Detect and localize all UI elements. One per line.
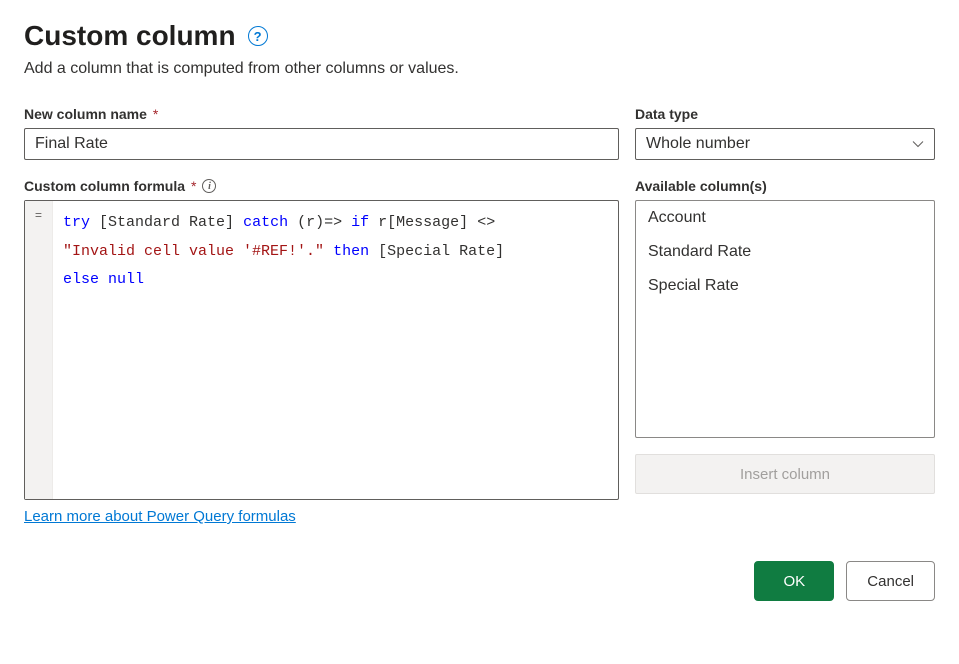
ok-button[interactable]: OK — [754, 561, 834, 601]
cancel-button[interactable]: Cancel — [846, 561, 935, 601]
column-name-label: New column name * — [24, 106, 619, 122]
available-columns-label: Available column(s) — [635, 178, 935, 194]
formula-code[interactable]: try [Standard Rate] catch (r)=> if r[Mes… — [53, 201, 618, 499]
insert-column-button[interactable]: Insert column — [635, 454, 935, 494]
dialog-title: Custom column — [24, 20, 236, 52]
required-indicator: * — [191, 178, 196, 194]
list-item[interactable]: Standard Rate — [636, 235, 934, 269]
data-type-label: Data type — [635, 106, 935, 122]
help-icon[interactable]: ? — [248, 26, 268, 46]
learn-more-link[interactable]: Learn more about Power Query formulas — [24, 508, 296, 525]
data-type-value: Whole number — [646, 135, 750, 153]
info-icon[interactable]: i — [202, 179, 216, 193]
formula-gutter: = — [25, 201, 53, 499]
required-indicator: * — [153, 106, 158, 122]
data-type-select[interactable]: Whole number — [635, 128, 935, 160]
dialog-subtitle: Add a column that is computed from other… — [24, 60, 935, 78]
list-item[interactable]: Account — [636, 201, 934, 235]
list-item[interactable]: Special Rate — [636, 269, 934, 303]
column-name-input[interactable] — [24, 128, 619, 160]
available-columns-list[interactable]: Account Standard Rate Special Rate — [635, 200, 935, 438]
formula-label: Custom column formula * i — [24, 178, 619, 194]
chevron-down-icon — [912, 138, 924, 150]
formula-editor[interactable]: = try [Standard Rate] catch (r)=> if r[M… — [24, 200, 619, 500]
